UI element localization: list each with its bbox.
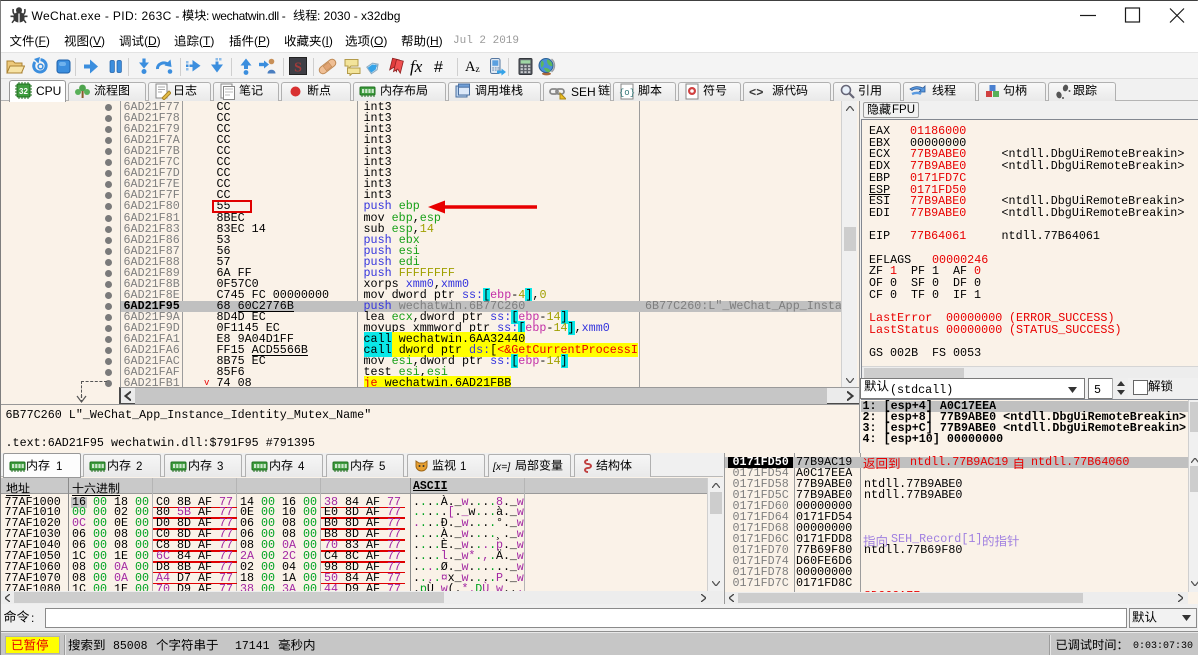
svg-text:{o}: {o}	[619, 88, 635, 98]
svg-text:A: A	[465, 59, 476, 75]
svg-text:z: z	[476, 65, 480, 75]
svg-text:32: 32	[19, 87, 28, 96]
svg-text:S: S	[294, 61, 302, 76]
svg-text:<>: <>	[749, 86, 763, 100]
svg-text:#: #	[434, 59, 443, 76]
svg-text:fx: fx	[410, 57, 423, 76]
